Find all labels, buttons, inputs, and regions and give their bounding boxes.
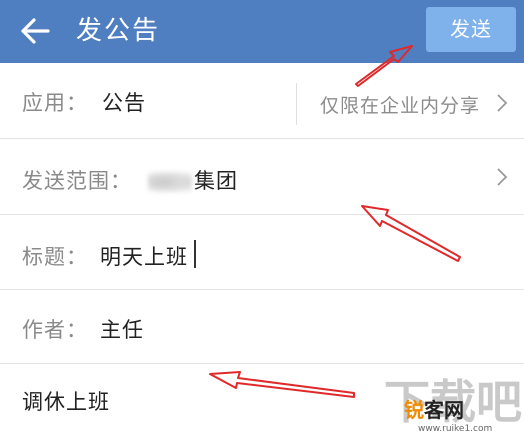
watermark-brand: 锐客网 (404, 398, 464, 422)
subject-input[interactable]: 明天上班 (100, 241, 188, 271)
send-range-label: 发送范围： (22, 169, 132, 193)
text-cursor (194, 240, 196, 268)
chevron-right-icon (497, 168, 508, 186)
app-value: 公告 (102, 91, 146, 115)
app-header: 发公告 发送 (0, 0, 524, 63)
watermark-url: www.ruike1.com (418, 424, 493, 434)
send-button[interactable]: 发送 (426, 7, 516, 52)
send-range-row[interactable]: 发送范围： 集团 (0, 139, 524, 215)
arrow-left-icon[interactable] (20, 17, 50, 45)
blurred-org-name (148, 171, 192, 193)
subject-row: 标题： 明天上班 (0, 215, 524, 290)
author-input[interactable]: 主任 (100, 314, 144, 344)
site-watermark: 下载吧 锐客网 www.ruike1.com (380, 372, 524, 439)
chevron-right-icon (497, 94, 508, 112)
page-title: 发公告 (76, 16, 161, 46)
author-row: 作者： 主任 (0, 290, 524, 364)
divider (296, 83, 297, 125)
subject-label: 标题： (22, 245, 88, 269)
share-scope-selector[interactable]: 仅限在企业内分享 (320, 91, 480, 118)
body-input[interactable]: 调休上班 (22, 386, 110, 416)
app-label: 应用： (22, 91, 88, 115)
send-range-value: 集团 (148, 165, 238, 195)
app-row: 应用： 公告 仅限在企业内分享 (0, 63, 524, 139)
author-label: 作者： (22, 318, 88, 342)
